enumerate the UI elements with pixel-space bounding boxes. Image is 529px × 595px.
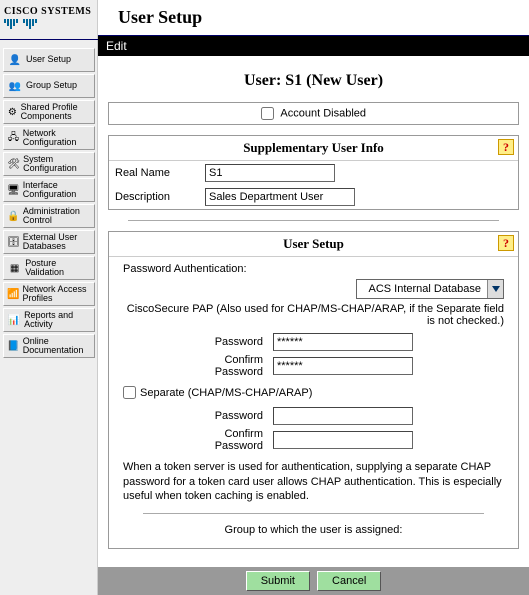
edit-bar: Edit xyxy=(98,36,529,56)
nav-network-config[interactable]: 🖧Network Configuration xyxy=(3,126,95,150)
chevron-down-icon xyxy=(487,280,503,298)
account-disabled-box: Account Disabled xyxy=(108,102,519,125)
posture-icon: ▦ xyxy=(7,260,22,276)
logo: CISCO SYSTEMS xyxy=(0,4,98,40)
help-icon[interactable]: ? xyxy=(498,139,514,155)
header: User Setup xyxy=(98,0,529,36)
divider xyxy=(143,513,484,514)
profile-icon: ⚙ xyxy=(7,104,18,120)
nav-user-setup[interactable]: 👤User Setup xyxy=(3,48,95,72)
logo-text: CISCO SYSTEMS xyxy=(4,6,94,17)
confirm2-label: Confirm Password xyxy=(123,428,273,452)
separate-label: Separate (CHAP/MS-CHAP/ARAP) xyxy=(140,387,312,399)
password-label: Password xyxy=(123,336,273,348)
admin-icon: 🔒 xyxy=(7,208,20,224)
nav-posture-validation[interactable]: ▦Posture Validation xyxy=(3,256,95,280)
nav-reports[interactable]: 📊Reports and Activity xyxy=(3,308,95,332)
pap-note: CiscoSecure PAP (Also used for CHAP/MS-C… xyxy=(123,303,504,327)
account-disabled-checkbox[interactable] xyxy=(261,107,274,120)
access-icon: 📶 xyxy=(7,286,19,302)
nav-network-access[interactable]: 📶Network Access Profiles xyxy=(3,282,95,306)
reports-icon: 📊 xyxy=(7,312,21,328)
user-setup-header-text: User Setup xyxy=(283,236,344,251)
button-bar: Submit Cancel xyxy=(98,567,529,595)
supplementary-info-box: Supplementary User Info ? Real Name Desc… xyxy=(108,135,519,210)
system-icon: 🛠 xyxy=(7,156,20,172)
nav-admin-control[interactable]: 🔒Administration Control xyxy=(3,204,95,228)
nav-label: Administration Control xyxy=(23,207,94,226)
nav-label: Group Setup xyxy=(26,81,77,90)
nav-label: Online Documentation xyxy=(23,337,94,356)
nav-label: External User Databases xyxy=(23,233,94,252)
password-auth-select[interactable]: ACS Internal Database xyxy=(356,279,504,299)
group-assignment-label: Group to which the user is assigned: xyxy=(123,524,504,536)
nav-label: Shared Profile Components xyxy=(21,103,94,122)
user-setup-header: User Setup ? xyxy=(109,232,518,257)
nav-external-db[interactable]: 🗄External User Databases xyxy=(3,230,95,254)
sidebar: CISCO SYSTEMS 👤User Setup 👥Group Setup ⚙… xyxy=(0,0,98,595)
main: User Setup Edit User: S1 (New User) Acco… xyxy=(98,0,529,595)
password-auth-label: Password Authentication: xyxy=(123,263,504,275)
supplementary-header-text: Supplementary User Info xyxy=(243,140,384,155)
database-icon: 🗄 xyxy=(7,234,20,250)
account-disabled-label: Account Disabled xyxy=(280,107,366,119)
help-icon[interactable]: ? xyxy=(498,235,514,251)
nav-label: Posture Validation xyxy=(25,259,94,278)
submit-button[interactable]: Submit xyxy=(246,571,310,591)
confirm-password-label: Confirm Password xyxy=(123,354,273,378)
real-name-label: Real Name xyxy=(115,167,205,179)
nav-system-config[interactable]: 🛠System Configuration xyxy=(3,152,95,176)
nav-label: Network Configuration xyxy=(23,129,94,148)
confirm2-input[interactable] xyxy=(273,431,413,449)
nav-label: User Setup xyxy=(26,55,71,64)
user-icon: 👤 xyxy=(7,52,23,68)
group-icon: 👥 xyxy=(7,78,23,94)
nav-label: Interface Configuration xyxy=(23,181,94,200)
description-input[interactable] xyxy=(205,188,355,206)
nav-shared-profile[interactable]: ⚙Shared Profile Components xyxy=(3,100,95,124)
select-value: ACS Internal Database xyxy=(357,283,487,295)
content: User: S1 (New User) Account Disabled Sup… xyxy=(98,56,529,567)
password2-label: Password xyxy=(123,410,273,422)
supplementary-header: Supplementary User Info ? xyxy=(109,136,518,161)
real-name-input[interactable] xyxy=(205,164,335,182)
divider xyxy=(128,220,499,221)
logo-bars-icon xyxy=(4,19,94,29)
user-setup-box: User Setup ? Password Authentication: AC… xyxy=(108,231,519,549)
nav-label: Network Access Profiles xyxy=(22,285,94,304)
nav-label: Reports and Activity xyxy=(24,311,94,330)
cancel-button[interactable]: Cancel xyxy=(317,571,381,591)
password2-input[interactable] xyxy=(273,407,413,425)
nav-online-docs[interactable]: 📘Online Documentation xyxy=(3,334,95,358)
separate-checkbox[interactable] xyxy=(123,386,136,399)
docs-icon: 📘 xyxy=(7,338,20,354)
nav-group-setup[interactable]: 👥Group Setup xyxy=(3,74,95,98)
network-icon: 🖧 xyxy=(7,130,20,146)
description-label: Description xyxy=(115,191,205,203)
interface-icon: 🖥 xyxy=(7,182,20,198)
user-heading: User: S1 (New User) xyxy=(108,72,519,90)
nav-label: System Configuration xyxy=(23,155,94,174)
token-help-text: When a token server is used for authenti… xyxy=(123,460,504,503)
nav-interface-config[interactable]: 🖥Interface Configuration xyxy=(3,178,95,202)
confirm-password-input[interactable] xyxy=(273,357,413,375)
password-input[interactable] xyxy=(273,333,413,351)
page-title: User Setup xyxy=(118,7,202,28)
